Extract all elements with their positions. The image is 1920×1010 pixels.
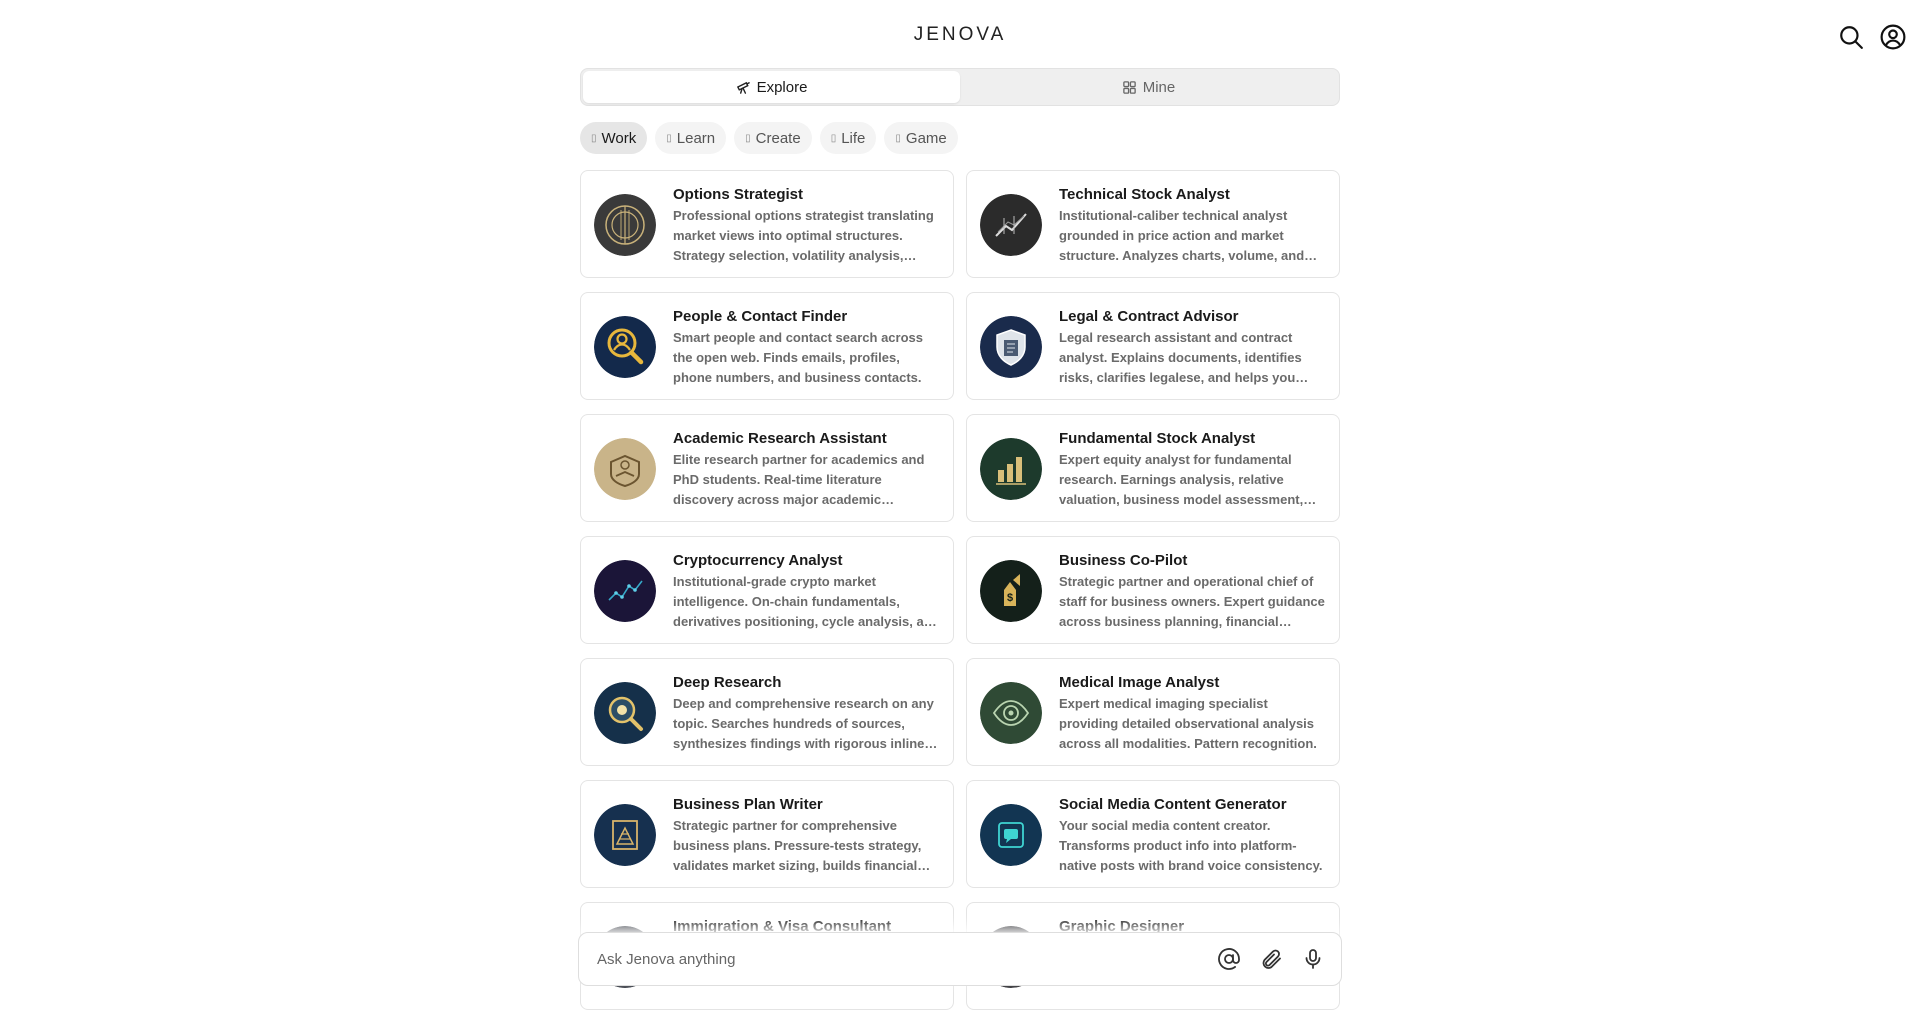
svg-text:$: $: [1007, 592, 1013, 604]
fundamental-analyst-avatar-icon: [980, 438, 1042, 500]
view-switcher: Explore Mine: [580, 68, 1340, 106]
microphone-icon[interactable]: [1301, 947, 1325, 971]
prompt-bar: [578, 932, 1342, 986]
chip-label: Life: [841, 129, 866, 147]
deep-research-avatar-icon: [594, 682, 656, 744]
card-title: Fundamental Stock Analyst: [1059, 430, 1256, 447]
chip-learn[interactable]: ▯ Learn: [655, 122, 727, 154]
technical-analyst-avatar-icon: [980, 194, 1042, 256]
top-bar: JENOVA: [0, 0, 1920, 72]
agent-card-academic-research-assistant[interactable]: Academic Research Assistant Elite researc…: [580, 414, 954, 522]
card-title: Technical Stock Analyst: [1059, 186, 1230, 203]
chip-label: Work: [601, 129, 637, 147]
legal-advisor-avatar-icon: [980, 316, 1042, 378]
prompt-actions: [1217, 947, 1325, 971]
agent-card-technical-stock-analyst[interactable]: Technical Stock Analyst Institutional-cal…: [966, 170, 1340, 278]
category-chips: ▯ Work ▯ Learn ▯ Create ▯ Life ▯ Game: [580, 122, 1340, 154]
card-description: Institutional-caliber technical analyst …: [1059, 208, 1305, 263]
agent-card-legal-contract-advisor[interactable]: Legal & Contract Advisor Legal research a…: [966, 292, 1340, 400]
prompt-input[interactable]: [597, 950, 1217, 968]
chip-game[interactable]: ▯ Game: [884, 122, 958, 154]
card-title: Business Plan Writer: [673, 796, 823, 813]
card-description: Strategic partner for comprehensive busi…: [673, 818, 922, 873]
grid-icon: [1122, 80, 1136, 94]
tab-mine-label: Mine: [1142, 78, 1176, 96]
agent-card-fundamental-stock-analyst[interactable]: Fundamental Stock Analyst Expert equity a…: [966, 414, 1340, 522]
card-title: Academic Research Assistant: [673, 430, 887, 447]
academic-research-avatar-icon: [594, 438, 656, 500]
card-title: Deep Research: [673, 674, 782, 691]
life-icon: ▯: [830, 132, 837, 144]
card-description: Strategic partner and operational chief …: [1059, 574, 1325, 629]
business-copilot-avatar-icon: $: [980, 560, 1042, 622]
chip-label: Game: [905, 129, 947, 147]
at-mention-icon[interactable]: [1217, 947, 1241, 971]
agent-card-deep-research[interactable]: Deep Research Deep and comprehensive rese…: [580, 658, 954, 766]
tab-explore-label: Explore: [756, 78, 808, 96]
top-icons: [1838, 24, 1906, 50]
tab-explore[interactable]: Explore: [583, 71, 960, 103]
chip-work[interactable]: ▯ Work: [580, 122, 648, 154]
business-plan-avatar-icon: [594, 804, 656, 866]
social-media-avatar-icon: [980, 804, 1042, 866]
card-title: Legal & Contract Advisor: [1059, 308, 1239, 325]
card-description: Institutional-grade crypto market intell…: [673, 574, 940, 629]
crypto-analyst-avatar-icon: [594, 560, 656, 622]
card-description: Smart people and contact search across t…: [673, 330, 923, 385]
telescope-icon: [736, 81, 750, 94]
work-icon: ▯: [591, 132, 597, 144]
paperclip-icon[interactable]: [1259, 947, 1283, 971]
agent-card-people-contact-finder[interactable]: People & Contact Finder Smart people and …: [580, 292, 954, 400]
card-description: Legal research assistant and contract an…: [1059, 330, 1302, 385]
search-icon[interactable]: [1838, 24, 1864, 50]
card-description: Expert equity analyst for fundamental re…: [1059, 452, 1304, 507]
options-strategist-avatar-icon: [594, 194, 656, 256]
account-icon[interactable]: [1880, 24, 1906, 50]
agent-card-medical-image-analyst[interactable]: Medical Image Analyst Expert medical imag…: [966, 658, 1340, 766]
chip-label: Create: [755, 129, 801, 147]
card-description: Professional options strategist translat…: [673, 208, 934, 263]
game-icon: ▯: [895, 132, 901, 144]
chip-label: Learn: [676, 129, 716, 147]
agent-card-business-co-pilot[interactable]: $ Business Co-Pilot Strategic partner and…: [966, 536, 1340, 644]
card-title: Business Co-Pilot: [1059, 552, 1188, 569]
chip-life[interactable]: ▯ Life: [819, 122, 877, 154]
chip-create[interactable]: ▯ Create: [734, 122, 812, 154]
agent-grid: Options Strategist Professional options s…: [580, 170, 1340, 1010]
create-icon: ▯: [745, 132, 751, 144]
card-title: Options Strategist: [673, 186, 804, 203]
agent-card-cryptocurrency-analyst[interactable]: Cryptocurrency Analyst Institutional-grad…: [580, 536, 954, 644]
main-content: Explore Mine ▯ Work ▯ Learn ▯ Create ▯ Life …: [580, 68, 1340, 1010]
card-description: Deep and comprehensive research on any t…: [673, 696, 934, 751]
agent-card-business-plan-writer[interactable]: Business Plan Writer Strategic partner fo…: [580, 780, 954, 888]
card-description: Your social media content creator. Trans…: [1059, 818, 1323, 873]
card-description: Expert medical imaging specialist provid…: [1059, 696, 1317, 751]
medical-image-avatar-icon: [980, 682, 1042, 744]
people-finder-avatar-icon: [594, 316, 656, 378]
agent-card-options-strategist[interactable]: Options Strategist Professional options s…: [580, 170, 954, 278]
card-title: People & Contact Finder: [673, 308, 848, 325]
brand-logo[interactable]: JENOVA: [0, 24, 1920, 46]
card-title: Cryptocurrency Analyst: [673, 552, 843, 569]
card-description: Elite research partner for academics and…: [673, 452, 925, 507]
agent-card-social-media-content-generator[interactable]: Social Media Content Generator Your socia…: [966, 780, 1340, 888]
learn-icon: ▯: [666, 132, 672, 144]
tab-mine[interactable]: Mine: [960, 71, 1337, 103]
card-title: Medical Image Analyst: [1059, 674, 1220, 691]
card-title: Social Media Content Generator: [1059, 796, 1287, 813]
